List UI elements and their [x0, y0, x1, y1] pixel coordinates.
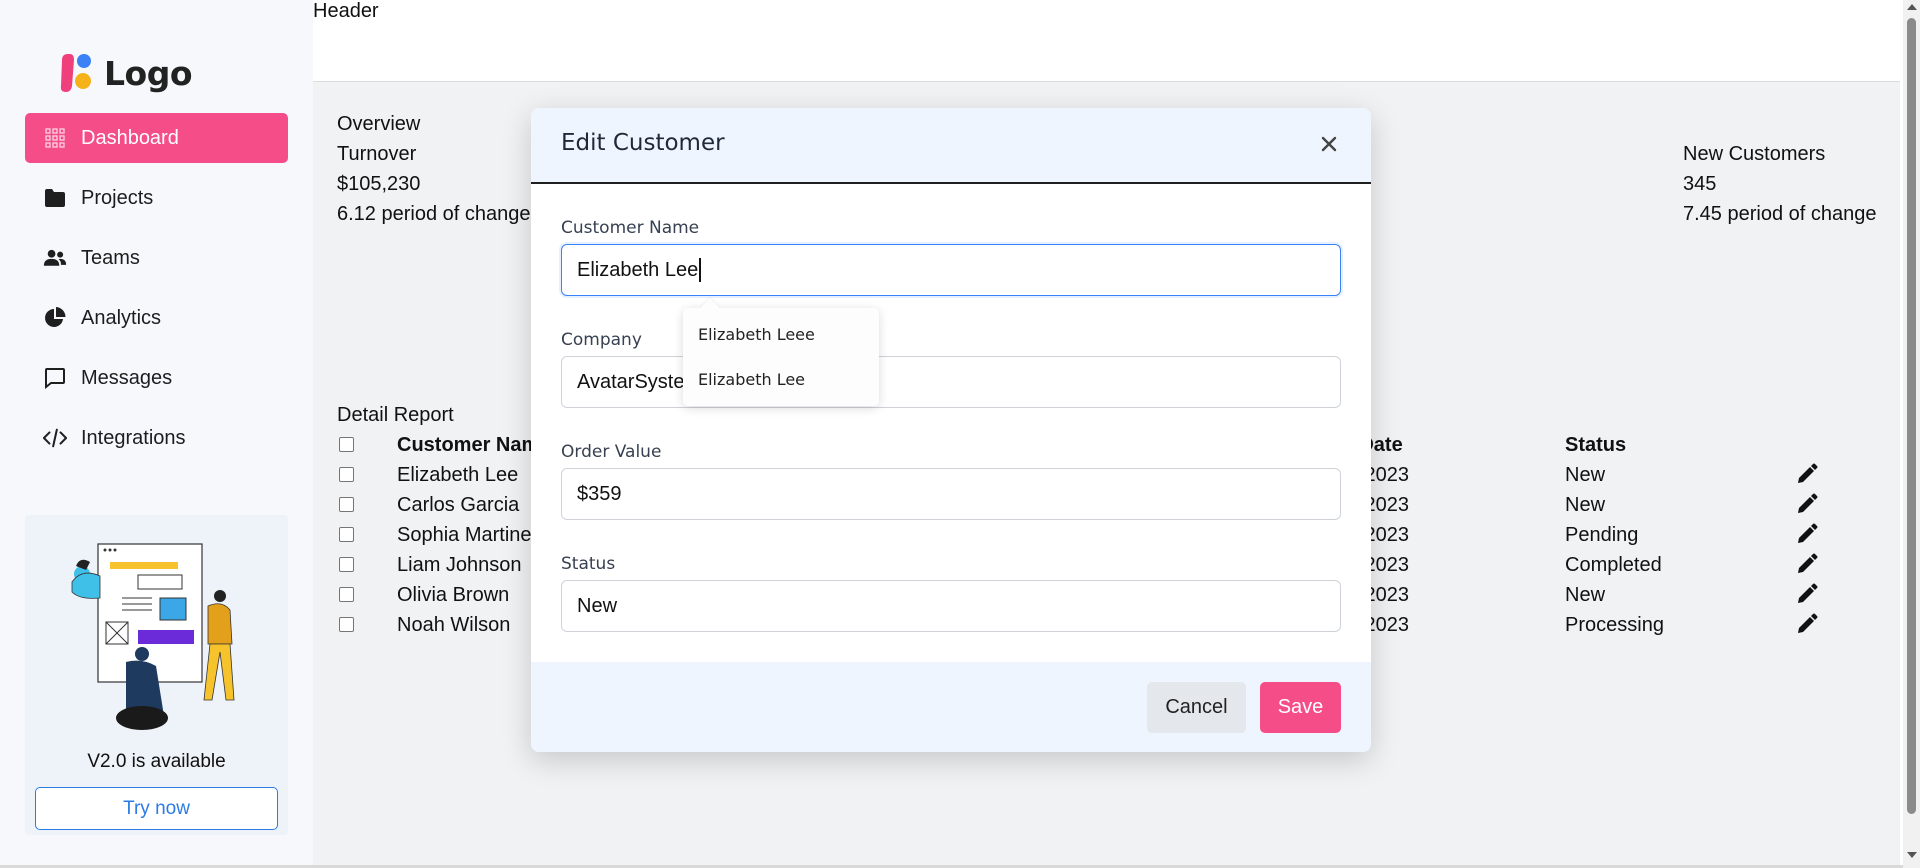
message-icon	[43, 366, 67, 390]
company-input[interactable]: AvatarSyster	[561, 356, 1341, 408]
row-checkbox[interactable]	[339, 527, 354, 542]
customer-name-label: Customer Name	[561, 218, 700, 238]
sidebar-item-label: Dashboard	[81, 126, 179, 149]
column-header-customer-name: Customer Nam	[397, 434, 540, 456]
status-cell: Completed	[1565, 554, 1662, 576]
customer-name-cell: Sophia Martine	[397, 524, 532, 546]
sidebar-item-projects[interactable]: Projects	[25, 173, 288, 223]
promo-text: V2.0 is available	[87, 751, 226, 772]
customer-name-cell: Olivia Brown	[397, 584, 510, 606]
sidebar-item-integrations[interactable]: Integrations	[25, 413, 288, 463]
sidebar-item-label: Messages	[81, 366, 173, 389]
status-value: New	[577, 594, 618, 617]
customer-name-input[interactable]: Elizabeth Lee	[561, 244, 1341, 296]
edit-customer-modal: Edit Customer Customer Name Elizabeth Le…	[531, 108, 1371, 752]
turnover-value: $105,230	[337, 173, 421, 195]
row-checkbox[interactable]	[339, 617, 354, 632]
logo-text: Logo	[104, 53, 193, 93]
row-checkbox[interactable]	[339, 497, 354, 512]
close-icon[interactable]	[1317, 132, 1341, 156]
modal-header: Edit Customer	[531, 108, 1371, 184]
sidebar-item-messages[interactable]: Messages	[25, 353, 288, 403]
company-label: Company	[561, 330, 642, 350]
vertical-scrollbar[interactable]	[1903, 0, 1920, 868]
customer-name-cell: Elizabeth Lee	[397, 464, 519, 486]
team-illustration	[71, 543, 235, 730]
text-caret	[699, 258, 701, 282]
code-icon	[43, 426, 67, 450]
try-now-button[interactable]: Try now	[35, 787, 278, 830]
row-checkbox[interactable]	[339, 587, 354, 602]
status-label: Status	[561, 554, 616, 574]
row-checkbox[interactable]	[339, 467, 354, 482]
sidebar-item-dashboard[interactable]: Dashboard	[25, 113, 288, 163]
header-title: Header	[313, 0, 379, 22]
turnover-label: Turnover	[337, 143, 417, 165]
sidebar-item-teams[interactable]: Teams	[25, 233, 288, 283]
cancel-button[interactable]: Cancel	[1147, 682, 1246, 733]
edit-pencil-icon[interactable]	[1796, 553, 1818, 575]
grid-icon	[43, 126, 67, 150]
sidebar-item-analytics[interactable]: Analytics	[25, 293, 288, 343]
edit-pencil-icon[interactable]	[1796, 583, 1818, 605]
customer-name-cell: Liam Johnson	[397, 554, 522, 576]
detail-report-title: Detail Report	[337, 404, 454, 426]
sidebar: Logo Dashboard Projects Teams Analytics …	[0, 0, 313, 868]
save-button[interactable]: Save	[1260, 682, 1341, 733]
customer-name-cell: Noah Wilson	[397, 614, 511, 636]
autocomplete-dropdown: Elizabeth Leee Elizabeth Lee	[683, 298, 879, 406]
sidebar-item-label: Integrations	[81, 426, 186, 449]
modal-footer: Cancel Save	[531, 662, 1371, 752]
new-customers-label: New Customers	[1683, 143, 1826, 165]
pie-chart-icon	[43, 306, 67, 330]
overview-title: Overview	[337, 113, 421, 135]
status-cell: New	[1565, 464, 1606, 486]
scroll-up-arrow[interactable]	[1907, 4, 1917, 10]
new-customers-value: 345	[1683, 173, 1717, 195]
order-value-value: $359	[577, 482, 622, 505]
sidebar-item-label: Analytics	[81, 306, 162, 329]
row-checkbox[interactable]	[339, 557, 354, 572]
status-cell: Pending	[1565, 524, 1639, 546]
select-all-checkbox[interactable]	[339, 437, 354, 452]
upgrade-promo-card: V2.0 is available Try now	[25, 515, 288, 835]
status-cell: Processing	[1565, 614, 1664, 636]
suggestion-item[interactable]: Elizabeth Leee	[698, 325, 815, 344]
status-cell: New	[1565, 494, 1606, 516]
edit-pencil-icon[interactable]	[1796, 523, 1818, 545]
logo[interactable]: Logo	[56, 52, 193, 94]
modal-title: Edit Customer	[561, 130, 725, 156]
users-icon	[43, 246, 67, 270]
customer-name-value: Elizabeth Lee	[577, 258, 699, 281]
order-value-label: Order Value	[561, 442, 662, 462]
status-input[interactable]: New	[561, 580, 1341, 632]
scrollbar-thumb[interactable]	[1907, 18, 1916, 814]
edit-pencil-icon[interactable]	[1796, 463, 1818, 485]
header: Header	[313, 0, 1900, 82]
order-value-input[interactable]: $359	[561, 468, 1341, 520]
customer-name-cell: Carlos Garcia	[397, 494, 520, 516]
new-customers-change: 7.45 period of change	[1683, 203, 1877, 225]
turnover-change: 6.12 period of change	[337, 203, 531, 225]
sidebar-item-label: Teams	[81, 246, 140, 269]
scroll-down-arrow[interactable]	[1907, 852, 1917, 858]
edit-pencil-icon[interactable]	[1796, 613, 1818, 635]
sidebar-item-label: Projects	[81, 186, 154, 209]
logo-icon	[60, 54, 91, 92]
folder-icon	[43, 186, 67, 210]
company-value: AvatarSyster	[577, 370, 692, 393]
column-header-status: Status	[1565, 434, 1627, 456]
status-cell: New	[1565, 584, 1606, 606]
edit-pencil-icon[interactable]	[1796, 493, 1818, 515]
suggestion-item[interactable]: Elizabeth Lee	[698, 370, 805, 389]
